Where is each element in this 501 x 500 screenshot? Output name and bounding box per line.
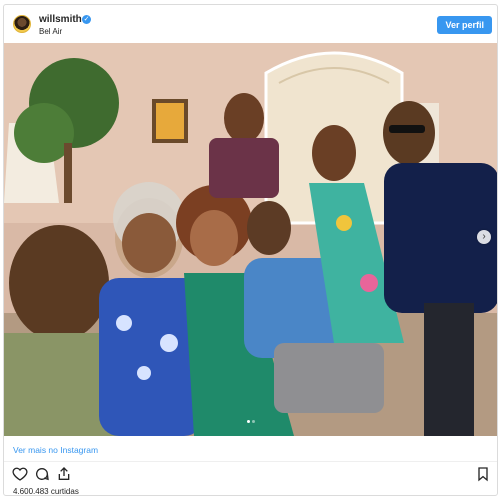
view-profile-button[interactable]: Ver perfil <box>437 16 492 34</box>
instagram-embed-card: willsmith ✓ Bel Air Ver perfil › Ver mai… <box>3 4 498 496</box>
view-more-row: Ver mais no Instagram <box>4 436 497 462</box>
username-link[interactable]: willsmith <box>39 14 82 25</box>
location-link[interactable]: Bel Air <box>39 27 62 36</box>
carousel-dot <box>246 420 250 423</box>
carousel-dot <box>251 420 255 423</box>
group-photo-image <box>4 43 497 436</box>
share-icon[interactable] <box>56 466 72 482</box>
action-bar <box>4 464 497 484</box>
heart-icon[interactable] <box>12 466 28 482</box>
profile-avatar[interactable] <box>13 15 31 33</box>
bookmark-icon[interactable] <box>475 466 491 482</box>
likes-count: 4.600.483 curtidas <box>13 487 79 496</box>
carousel-next-button[interactable]: › <box>477 230 491 244</box>
carousel-indicator <box>4 420 497 423</box>
view-more-link[interactable]: Ver mais no Instagram <box>13 445 98 455</box>
post-photo[interactable]: › <box>4 43 497 436</box>
comment-icon[interactable] <box>34 466 50 482</box>
verified-badge-icon: ✓ <box>82 15 91 24</box>
post-header: willsmith ✓ Bel Air Ver perfil <box>4 5 497 43</box>
